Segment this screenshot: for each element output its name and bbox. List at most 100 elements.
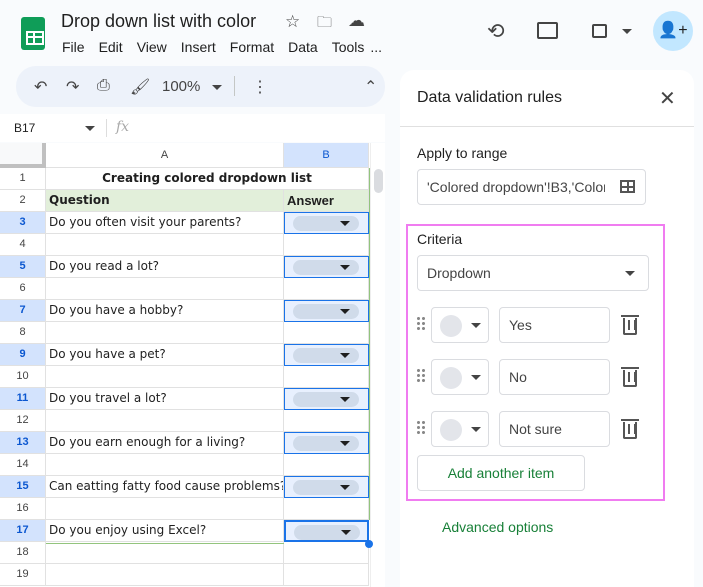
version-history-icon[interactable]: ⟲ [487, 19, 505, 44]
menu-file[interactable]: File [62, 39, 85, 55]
menu-format[interactable]: Format [230, 39, 274, 55]
row-header[interactable]: 6 [0, 278, 46, 300]
answer-cell[interactable] [284, 366, 369, 388]
advanced-options-link[interactable]: Advanced options [442, 519, 553, 535]
row-header[interactable]: 2 [0, 190, 46, 212]
dropdown-chip[interactable] [293, 260, 359, 275]
question-cell[interactable] [46, 564, 284, 586]
drag-handle-icon[interactable] [416, 368, 426, 382]
drag-handle-icon[interactable] [416, 316, 426, 330]
question-cell[interactable]: Do you earn enough for a living? [46, 432, 284, 454]
row-header[interactable]: 14 [0, 454, 46, 476]
meet-caret-icon[interactable] [622, 29, 632, 34]
name-box-caret-icon[interactable] [85, 126, 95, 131]
item-value-input[interactable]: Not sure [499, 411, 610, 447]
meet-icon[interactable] [592, 24, 607, 38]
select-all-corner[interactable] [0, 143, 46, 168]
header-cell-answer[interactable]: Answer [284, 190, 369, 212]
share-button[interactable]: 👤+ [653, 11, 693, 51]
menu-data[interactable]: Data [288, 39, 318, 55]
question-cell[interactable] [46, 498, 284, 520]
question-cell[interactable]: Do you enjoy using Excel? [46, 520, 284, 542]
answer-cell[interactable] [284, 322, 369, 344]
answer-dropdown[interactable] [284, 388, 369, 410]
answer-cell[interactable] [284, 564, 369, 586]
row-header[interactable]: 12 [0, 410, 46, 432]
column-header-b[interactable]: B [284, 143, 369, 168]
row-header[interactable]: 19 [0, 564, 46, 586]
row-header[interactable]: 17 [0, 520, 46, 542]
redo-icon[interactable]: ↷ [66, 77, 79, 97]
question-cell[interactable] [46, 234, 284, 256]
item-color-picker[interactable] [431, 411, 489, 447]
spreadsheet-grid[interactable]: A B 1 Creating colored dropdown list 2 Ques… [0, 143, 385, 587]
undo-icon[interactable]: ↶ [34, 77, 47, 97]
move-folder-icon[interactable]: 🗀 [317, 12, 332, 37]
close-icon[interactable]: ✕ [659, 86, 676, 111]
row-header[interactable]: 18 [0, 542, 46, 564]
paint-format-icon[interactable]: 🖌 [130, 77, 150, 97]
answer-dropdown[interactable] [284, 520, 369, 542]
collapse-icon[interactable]: ⌃ [364, 77, 377, 97]
question-cell[interactable]: Can eatting fatty food cause problems? [46, 476, 284, 498]
question-cell[interactable] [46, 322, 284, 344]
question-cell[interactable] [46, 278, 284, 300]
question-cell[interactable] [46, 410, 284, 432]
question-cell[interactable]: Do you have a hobby? [46, 300, 284, 322]
star-icon[interactable]: ☆ [285, 12, 300, 32]
menu-edit[interactable]: Edit [99, 39, 123, 55]
answer-cell[interactable] [284, 542, 369, 564]
question-cell[interactable] [46, 454, 284, 476]
answer-cell[interactable] [284, 278, 369, 300]
row-header[interactable]: 15 [0, 476, 46, 498]
answer-dropdown[interactable] [284, 344, 369, 366]
add-item-button[interactable]: Add another item [417, 455, 585, 491]
sheet-title-cell[interactable]: Creating colored dropdown list [46, 168, 369, 190]
menu-view[interactable]: View [137, 39, 167, 55]
dropdown-chip[interactable] [293, 216, 359, 231]
dropdown-chip[interactable] [293, 436, 359, 451]
answer-dropdown[interactable] [284, 432, 369, 454]
scrollbar-track[interactable] [370, 143, 385, 587]
answer-dropdown[interactable] [284, 212, 369, 234]
fill-handle[interactable] [365, 540, 373, 548]
question-cell[interactable] [46, 542, 284, 564]
question-cell[interactable]: Do you read a lot? [46, 256, 284, 278]
answer-cell[interactable] [284, 454, 369, 476]
select-range-icon[interactable] [620, 180, 635, 193]
header-cell-question[interactable]: Question [46, 190, 284, 212]
answer-cell[interactable] [284, 498, 369, 520]
question-cell[interactable]: Do you often visit your parents? [46, 212, 284, 234]
scrollbar-thumb[interactable] [374, 169, 383, 193]
delete-item-icon[interactable] [621, 367, 639, 387]
more-icon[interactable]: ⋮ [252, 77, 268, 97]
dropdown-chip[interactable] [293, 392, 359, 407]
menu-insert[interactable]: Insert [181, 39, 216, 55]
menu-tools[interactable]: Tools [332, 39, 365, 55]
question-cell[interactable]: Do you have a pet? [46, 344, 284, 366]
menu-more[interactable]: ... [370, 39, 382, 55]
row-header[interactable]: 10 [0, 366, 46, 388]
row-header[interactable]: 1 [0, 168, 46, 190]
item-value-input[interactable]: Yes [499, 307, 610, 343]
item-value-input[interactable]: No [499, 359, 610, 395]
item-color-picker[interactable] [431, 359, 489, 395]
answer-cell[interactable] [284, 410, 369, 432]
column-header-a[interactable]: A [46, 143, 284, 168]
zoom-select[interactable]: 100% [162, 78, 200, 95]
row-header[interactable]: 16 [0, 498, 46, 520]
drag-handle-icon[interactable] [416, 420, 426, 434]
dropdown-chip[interactable] [293, 480, 359, 495]
answer-dropdown[interactable] [284, 256, 369, 278]
dropdown-chip[interactable] [294, 525, 360, 540]
row-header[interactable]: 5 [0, 256, 46, 278]
doc-title[interactable]: Drop down list with color [61, 11, 256, 32]
sheets-logo[interactable] [21, 17, 45, 50]
range-input[interactable]: 'Colored dropdown'!B3,'Colored dropdown'… [417, 169, 646, 205]
row-header[interactable]: 8 [0, 322, 46, 344]
name-box[interactable]: B17 [14, 121, 35, 135]
print-icon[interactable]: ⎙ [97, 77, 110, 95]
cloud-status-icon[interactable]: ☁ [348, 11, 365, 31]
row-header[interactable]: 11 [0, 388, 46, 410]
answer-dropdown[interactable] [284, 300, 369, 322]
